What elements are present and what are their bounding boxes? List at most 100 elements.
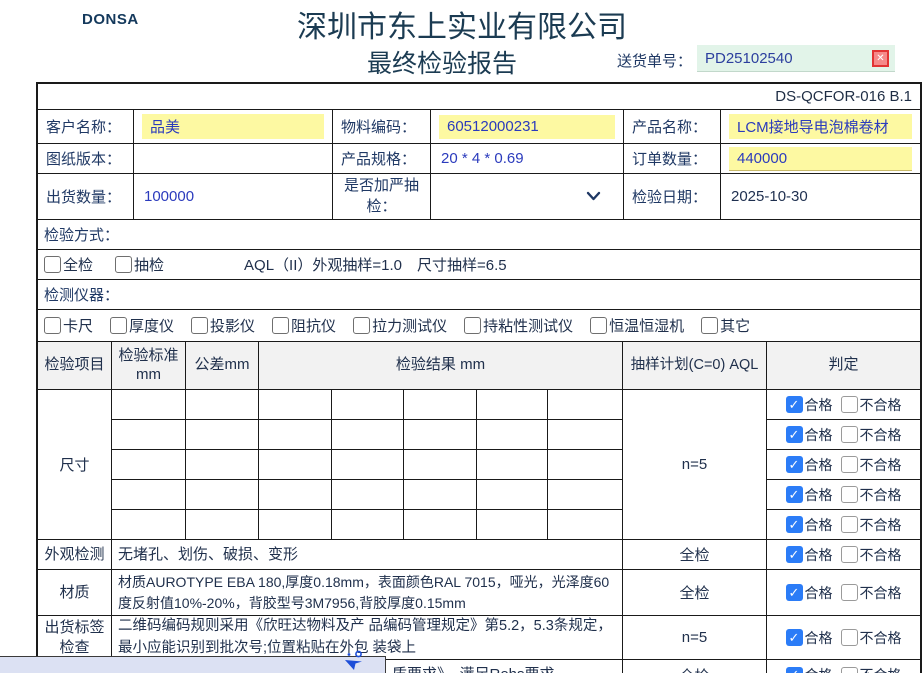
chevron-down-icon[interactable] [586, 188, 601, 206]
product-name-field[interactable]: LCM接地导电泡棉卷材 [721, 110, 920, 143]
size-result-cell[interactable] [548, 450, 623, 480]
fail-checkbox[interactable] [841, 426, 858, 443]
size-result-cell[interactable] [477, 510, 548, 540]
thickness-gauge-checkbox[interactable] [110, 317, 127, 334]
fail-option[interactable]: 不合格 [841, 455, 902, 475]
humidity-chamber-checkbox[interactable] [590, 317, 607, 334]
size-result-cell[interactable] [259, 480, 332, 510]
fail-option[interactable]: 不合格 [841, 665, 902, 673]
fail-checkbox[interactable] [841, 584, 858, 601]
pass-checkbox-checked[interactable] [786, 584, 803, 601]
size-result-cell[interactable] [404, 420, 477, 450]
customer-field[interactable]: 品美 [134, 110, 333, 143]
strict-sampling-dropdown[interactable] [431, 174, 624, 219]
size-result-cell[interactable] [332, 480, 404, 510]
instrument-caliper[interactable]: 卡尺 [44, 315, 93, 336]
fail-option[interactable]: 不合格 [841, 628, 902, 648]
size-result-cell[interactable] [404, 390, 477, 420]
size-result-cell[interactable] [548, 480, 623, 510]
fail-option[interactable]: 不合格 [841, 515, 902, 535]
order-qty-field[interactable]: 440000 [721, 144, 920, 173]
size-result-cell[interactable] [477, 420, 548, 450]
instrument-impedance[interactable]: 阻抗仪 [272, 315, 336, 336]
fail-option[interactable]: 不合格 [841, 583, 902, 603]
size-result-cell[interactable] [548, 510, 623, 540]
size-result-cell[interactable] [332, 420, 404, 450]
size-result-cell[interactable] [404, 510, 477, 540]
size-result-cell[interactable] [477, 450, 548, 480]
pass-checkbox-checked[interactable] [786, 456, 803, 473]
pass-checkbox-checked[interactable] [786, 629, 803, 646]
tension-tester-checkbox[interactable] [353, 317, 370, 334]
customer-value[interactable]: 品美 [142, 114, 324, 139]
instrument-thickness-gauge[interactable]: 厚度仪 [110, 315, 174, 336]
pass-option[interactable]: 合格 [786, 515, 833, 535]
other-checkbox[interactable] [701, 317, 718, 334]
size-tolerance-cell[interactable] [186, 480, 259, 510]
pass-checkbox-checked[interactable] [786, 426, 803, 443]
impedance-checkbox[interactable] [272, 317, 289, 334]
fail-option[interactable]: 不合格 [841, 485, 902, 505]
full-check-option[interactable]: 全检 [44, 254, 93, 275]
pass-option[interactable]: 合格 [786, 545, 833, 565]
size-result-cell[interactable] [477, 480, 548, 510]
size-tolerance-cell[interactable] [186, 510, 259, 540]
fail-option[interactable]: 不合格 [841, 395, 902, 415]
product-name-value[interactable]: LCM接地导电泡棉卷材 [729, 114, 912, 139]
size-result-cell[interactable] [332, 390, 404, 420]
pass-checkbox-checked[interactable] [786, 516, 803, 533]
fail-checkbox[interactable] [841, 629, 858, 646]
product-spec-value[interactable]: 20 * 4 * 0.69 [431, 144, 624, 173]
size-standard-cell[interactable] [112, 450, 186, 480]
caliper-checkbox[interactable] [44, 317, 61, 334]
pass-option[interactable]: 合格 [786, 583, 833, 603]
size-result-cell[interactable] [332, 510, 404, 540]
size-tolerance-cell[interactable] [186, 390, 259, 420]
instrument-projector[interactable]: 投影仪 [191, 315, 255, 336]
size-result-cell[interactable] [259, 390, 332, 420]
fail-checkbox[interactable] [841, 396, 858, 413]
adhesion-tester-checkbox[interactable] [464, 317, 481, 334]
full-check-checkbox[interactable] [44, 256, 61, 273]
size-result-cell[interactable] [404, 480, 477, 510]
projector-checkbox[interactable] [191, 317, 208, 334]
size-result-cell[interactable] [332, 450, 404, 480]
sample-check-checkbox[interactable] [115, 256, 132, 273]
size-result-cell[interactable] [259, 450, 332, 480]
size-result-cell[interactable] [259, 510, 332, 540]
size-result-cell[interactable] [404, 450, 477, 480]
size-standard-cell[interactable] [112, 480, 186, 510]
instrument-humidity-chamber[interactable]: 恒温恒湿机 [590, 315, 684, 336]
fail-checkbox[interactable] [841, 546, 858, 563]
drawing-version-value[interactable] [134, 144, 333, 173]
fail-option[interactable]: 不合格 [841, 545, 902, 565]
sample-check-option[interactable]: 抽检 [115, 254, 164, 275]
size-standard-cell[interactable] [112, 420, 186, 450]
pass-checkbox-checked[interactable] [786, 667, 803, 673]
pass-option[interactable]: 合格 [786, 485, 833, 505]
instrument-adhesion-tester[interactable]: 持粘性测试仪 [464, 315, 573, 336]
size-standard-cell[interactable] [112, 390, 186, 420]
order-qty-value[interactable]: 440000 [729, 147, 912, 171]
pass-option[interactable]: 合格 [786, 628, 833, 648]
pass-option[interactable]: 合格 [786, 665, 833, 673]
material-code-field[interactable]: 60512000231 [431, 110, 624, 143]
instrument-tension-tester[interactable]: 拉力测试仪 [353, 315, 447, 336]
size-tolerance-cell[interactable] [186, 420, 259, 450]
pass-option[interactable]: 合格 [786, 425, 833, 445]
size-standard-cell[interactable] [112, 510, 186, 540]
fail-checkbox[interactable] [841, 486, 858, 503]
delivery-no-input[interactable]: PD25102540 [697, 45, 895, 72]
size-result-cell[interactable] [548, 420, 623, 450]
ship-qty-value[interactable]: 100000 [134, 174, 333, 219]
pass-option[interactable]: 合格 [786, 455, 833, 475]
fail-checkbox[interactable] [841, 456, 858, 473]
fail-option[interactable]: 不合格 [841, 425, 902, 445]
size-result-cell[interactable] [259, 420, 332, 450]
material-code-value[interactable]: 60512000231 [439, 115, 615, 139]
pass-checkbox-checked[interactable] [786, 486, 803, 503]
size-result-cell[interactable] [548, 390, 623, 420]
pass-checkbox-checked[interactable] [786, 546, 803, 563]
inspect-date-value[interactable]: 2025-10-30 [721, 174, 920, 219]
instrument-other[interactable]: 其它 [701, 315, 750, 336]
